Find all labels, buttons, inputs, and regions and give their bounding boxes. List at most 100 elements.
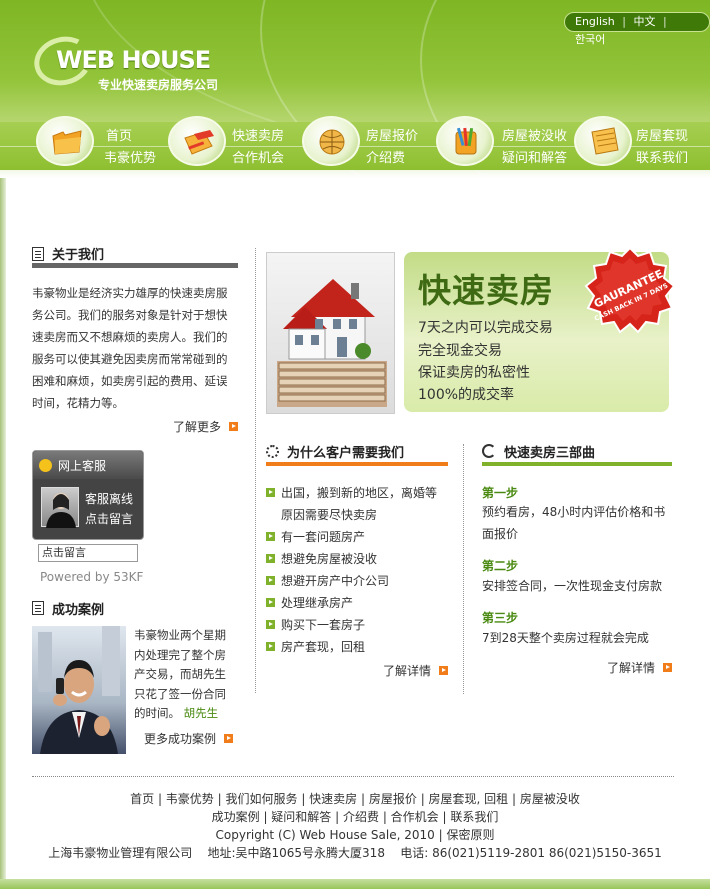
banner-title: 快速卖房 xyxy=(418,271,554,310)
about-title: 关于我们 xyxy=(52,248,105,263)
steps-more-link[interactable]: 了解详情 xyxy=(482,659,672,676)
why-item: 想避免房屋被没收 xyxy=(266,550,377,567)
leave-message-input[interactable]: 点击留言 xyxy=(38,544,138,562)
banner-point: 100%的成交率 xyxy=(418,387,515,403)
company-address: 地址:吴中路1065号永腾大厦318 xyxy=(207,846,385,860)
pencils-icon xyxy=(436,116,494,166)
footer-link[interactable]: 联系我们 xyxy=(450,810,498,824)
why-item-text: 想避免房屋被没收 xyxy=(281,552,378,566)
steps-more-label: 了解详情 xyxy=(606,661,655,675)
lang-chinese-link[interactable]: 中文 xyxy=(633,13,655,31)
nav-quote[interactable]: 房屋报价 xyxy=(366,125,418,144)
footer-link[interactable]: 成功案例 xyxy=(212,810,260,824)
case-line: 韦豪物业两个星期 xyxy=(134,628,226,642)
lang-english-link[interactable]: English xyxy=(575,13,615,31)
bullet-arrow-icon xyxy=(266,598,275,607)
nav-contact[interactable]: 联系我们 xyxy=(636,147,688,166)
footer-link[interactable]: 合作机会 xyxy=(391,810,439,824)
page-left-edge xyxy=(0,178,6,879)
company-phone: 电话: 86(021)5119-2801 86(021)5150-3651 xyxy=(400,846,662,860)
why-more-link[interactable]: 了解详情 xyxy=(266,662,448,679)
why-item-text: 购买下一套房子 xyxy=(281,618,366,632)
lang-separator: | xyxy=(662,15,667,28)
why-item-text: 出国，搬到新的地区，离婚等 xyxy=(281,486,438,500)
footer-link[interactable]: 快速卖房 xyxy=(309,792,357,806)
support-avatar xyxy=(41,487,79,528)
why-item: 有一套问题房产 xyxy=(266,528,365,545)
why-item: 想避开房产中介公司 xyxy=(266,572,389,589)
lang-korean-link[interactable]: 한국어 xyxy=(575,31,605,49)
arrow-right-icon xyxy=(224,734,234,743)
support-offline-status: 客服离线 xyxy=(85,492,134,506)
footer-link[interactable]: 我们如何服务 xyxy=(225,792,297,806)
banner-point: 完全现金交易 xyxy=(418,343,502,359)
why-heading: 为什么客户需要我们 xyxy=(266,440,448,466)
footer-link[interactable]: 房屋报价 xyxy=(369,792,417,806)
footer-link[interactable]: 房屋被没收 xyxy=(520,792,580,806)
case-line: 产交易，而胡先生 xyxy=(134,667,226,681)
language-switcher: English | 中文 | 한국어 xyxy=(564,12,710,46)
step-1-line: 面报价 xyxy=(482,527,519,541)
nav-partnership[interactable]: 合作机会 xyxy=(232,147,284,166)
about-heading: 关于我们 xyxy=(32,244,238,268)
more-cases-link[interactable]: 更多成功案例 xyxy=(144,730,234,747)
about-line: 韦豪物业是经济实力雄厚的快速卖房服 xyxy=(32,286,228,300)
footer-link[interactable]: 房屋套现, 回租 xyxy=(429,792,509,806)
nav-fast-sale[interactable]: 快速卖房 xyxy=(232,125,284,144)
why-item-text: 处理继承房产 xyxy=(281,596,354,610)
bullet-arrow-icon xyxy=(266,642,275,651)
cases-title: 成功案例 xyxy=(52,602,105,618)
footer-links-row2: 成功案例 | 疑问和解答 | 介绍费 | 合作机会 | 联系我们 xyxy=(211,810,499,824)
banner-point: 保证卖房的私密性 xyxy=(418,365,530,381)
step-1-line: 预约看房，48小时内评估价格和书 xyxy=(482,505,666,519)
step-3-label: 第三步 xyxy=(482,611,519,625)
footer-link[interactable]: 首页 xyxy=(130,792,154,806)
footer-links-row1: 首页 | 韦豪优势 | 我们如何服务 | 快速卖房 | 房屋报价 | 房屋套现,… xyxy=(130,792,580,806)
about-line: 时间，花精力等。 xyxy=(32,396,124,410)
cases-heading: 成功案例 xyxy=(32,596,238,620)
case-line: 的时间。 xyxy=(134,706,180,720)
online-support-widget: 网上客服 客服离线 点击留言 xyxy=(32,450,144,540)
support-title: 网上客服 xyxy=(58,458,107,473)
nav-home[interactable]: 首页 xyxy=(106,125,132,144)
why-item: 出国，搬到新的地区，离婚等 xyxy=(266,484,437,501)
document-icon xyxy=(32,601,44,615)
leave-message-value: 点击留言 xyxy=(42,546,86,559)
support-leave-message-button[interactable]: 点击留言 xyxy=(85,510,133,527)
step-1-text: 预约看房，48小时内评估价格和书 面报价 xyxy=(482,501,672,545)
nav-cash-out[interactable]: 房屋套现 xyxy=(636,125,688,144)
copyright-text: Copyright (C) Web House Sale, 2010 xyxy=(215,828,435,842)
footer-link[interactable]: 疑问和解答 xyxy=(271,810,331,824)
about-section: 关于我们 韦豪物业是经济实力雄厚的快速卖房服 务公司。我们的服务对象是针对于想快… xyxy=(32,244,238,435)
logo-subtitle: 专业快速卖房服务公司 xyxy=(98,78,219,92)
why-item-text: 想避开房产中介公司 xyxy=(281,574,390,588)
nav-referral[interactable]: 介绍费 xyxy=(366,147,405,166)
footer-link[interactable]: 介绍费 xyxy=(343,810,379,824)
footer-copyright: Copyright (C) Web House Sale, 2010 | 保密原… xyxy=(0,826,710,843)
nav-foreclosure[interactable]: 房屋被没收 xyxy=(502,125,567,144)
support-header: 网上客服 xyxy=(33,451,143,479)
nav-advantages[interactable]: 韦豪优势 xyxy=(104,147,156,166)
lang-separator: | xyxy=(622,15,626,28)
main-nav: 首页 韦豪优势 快速卖房 合作机会 房屋报价 介绍费 房屋被没收 疑问和解答 房… xyxy=(0,116,710,170)
smiley-icon xyxy=(39,458,52,472)
document-icon xyxy=(32,246,44,261)
about-more-link[interactable]: 了解更多 xyxy=(32,418,238,435)
arrow-right-icon xyxy=(663,663,672,672)
banner-point: 7天之内可以完成交易 xyxy=(418,320,553,336)
why-item-continued: 原因需要尽快卖房 xyxy=(281,506,377,523)
steps-title: 快速卖房三部曲 xyxy=(504,445,596,461)
about-more-label: 了解更多 xyxy=(172,420,221,434)
pen-paper-icon xyxy=(168,116,226,166)
bullet-arrow-icon xyxy=(266,532,275,541)
why-item-text: 房产套现，回租 xyxy=(281,640,366,654)
header: English | 中文 | 한국어 WEB HOUSE 专业快速卖房服务公司 … xyxy=(0,0,710,178)
case-photo xyxy=(32,626,126,754)
step-1-label: 第一步 xyxy=(482,486,519,500)
footer-link[interactable]: 韦豪优势 xyxy=(166,792,214,806)
privacy-link[interactable]: 保密原则 xyxy=(446,828,494,842)
more-cases-label: 更多成功案例 xyxy=(144,732,217,746)
bullet-arrow-icon xyxy=(266,620,275,629)
folder-icon xyxy=(36,116,94,166)
nav-faq[interactable]: 疑问和解答 xyxy=(502,147,567,166)
